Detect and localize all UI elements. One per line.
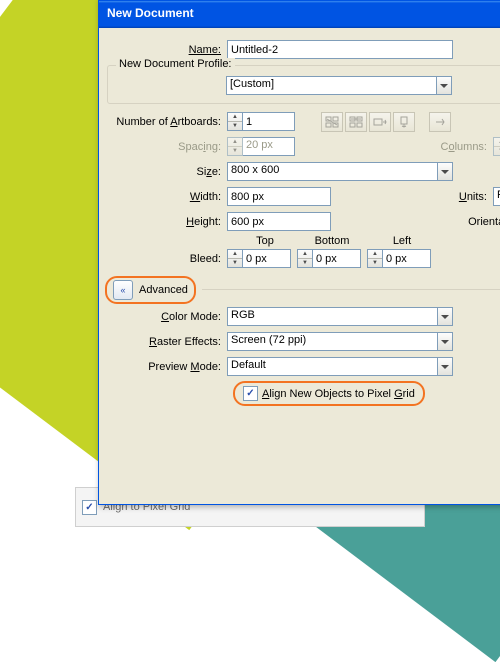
grid-z-icon[interactable] bbox=[321, 112, 343, 132]
orientation-label: Orientation: bbox=[468, 216, 500, 228]
size-value: 800 x 600 bbox=[227, 162, 437, 181]
align-pixel-grid-highlight: ✓ Align New Objects to Pixel Grid bbox=[233, 381, 425, 406]
chevron-down-icon[interactable] bbox=[437, 332, 453, 351]
size-combo[interactable]: 800 x 600 bbox=[227, 162, 453, 181]
divider bbox=[202, 289, 500, 290]
chevron-down-icon[interactable] bbox=[437, 162, 453, 181]
bleed-top-input[interactable] bbox=[243, 249, 291, 268]
col-down-icon[interactable] bbox=[393, 112, 415, 132]
profile-legend: New Document Profile: bbox=[116, 58, 235, 70]
bleed-top-spinner[interactable]: ▲▼ bbox=[227, 249, 243, 268]
height-label: Height: bbox=[105, 216, 227, 228]
raster-label: Raster Effects: bbox=[105, 336, 227, 348]
chevron-down-icon[interactable] bbox=[437, 307, 453, 326]
width-input[interactable] bbox=[227, 187, 331, 206]
units-combo[interactable]: Pixels bbox=[493, 187, 500, 206]
preview-combo[interactable]: Default bbox=[227, 357, 453, 376]
columns-spinner: ▲▼ bbox=[493, 137, 500, 156]
advanced-label[interactable]: Advanced bbox=[139, 284, 188, 296]
preview-label: Preview Mode: bbox=[105, 361, 227, 373]
name-input[interactable] bbox=[227, 40, 453, 59]
advanced-toggle-highlight: « Advanced bbox=[105, 276, 196, 304]
raster-value: Screen (72 ppi) bbox=[227, 332, 437, 351]
align-label[interactable]: Align New Objects to Pixel Grid bbox=[262, 388, 415, 400]
new-document-dialog: New Document Name: New Document Profile:… bbox=[98, 0, 500, 505]
profile-fieldset: New Document Profile: [Custom] bbox=[107, 65, 500, 104]
columns-label: Columns: bbox=[441, 141, 493, 153]
checkbox-icon: ✓ bbox=[82, 500, 97, 515]
colormode-label: Color Mode: bbox=[105, 311, 227, 323]
arrow-right-icon[interactable] bbox=[429, 112, 451, 132]
colormode-combo[interactable]: RGB bbox=[227, 307, 453, 326]
spacing-spinner: ▲▼ bbox=[227, 137, 243, 156]
dialog-title: New Document bbox=[107, 6, 194, 20]
bleed-left-spinner[interactable]: ▲▼ bbox=[367, 249, 383, 268]
size-label: Size: bbox=[105, 166, 227, 178]
bleed-bottom-spinner[interactable]: ▲▼ bbox=[297, 249, 313, 268]
grid-row-icon[interactable] bbox=[345, 112, 367, 132]
profile-combo[interactable]: [Custom] bbox=[226, 76, 452, 95]
chevron-down-icon[interactable] bbox=[437, 357, 453, 376]
dialog-titlebar[interactable]: New Document bbox=[99, 1, 500, 28]
align-checkbox[interactable]: ✓ bbox=[243, 386, 258, 401]
name-label: Name: bbox=[105, 44, 227, 56]
units-label: Units: bbox=[459, 191, 493, 203]
colormode-value: RGB bbox=[227, 307, 437, 326]
bleed-bottom-input[interactable] bbox=[313, 249, 361, 268]
preview-value: Default bbox=[227, 357, 437, 376]
units-value: Pixels bbox=[493, 187, 500, 206]
row-right-icon[interactable] bbox=[369, 112, 391, 132]
artboards-spinner[interactable]: ▲▼ bbox=[227, 112, 243, 131]
bleed-label: Bleed: bbox=[105, 253, 227, 265]
width-label: Width: bbox=[105, 191, 227, 203]
artboards-label: Number of Artboards: bbox=[105, 116, 227, 128]
spacing-input: 20 px bbox=[243, 137, 295, 156]
bleed-left-input[interactable] bbox=[383, 249, 431, 268]
bleed-headers: Top Bottom Left bbox=[233, 235, 500, 247]
raster-combo[interactable]: Screen (72 ppi) bbox=[227, 332, 453, 351]
chevron-down-icon[interactable] bbox=[436, 76, 452, 95]
profile-value: [Custom] bbox=[226, 76, 436, 95]
spacing-label: Spacing: bbox=[105, 141, 227, 153]
height-input[interactable] bbox=[227, 212, 331, 231]
collapse-icon[interactable]: « bbox=[113, 280, 133, 300]
artboards-input[interactable] bbox=[243, 112, 295, 131]
